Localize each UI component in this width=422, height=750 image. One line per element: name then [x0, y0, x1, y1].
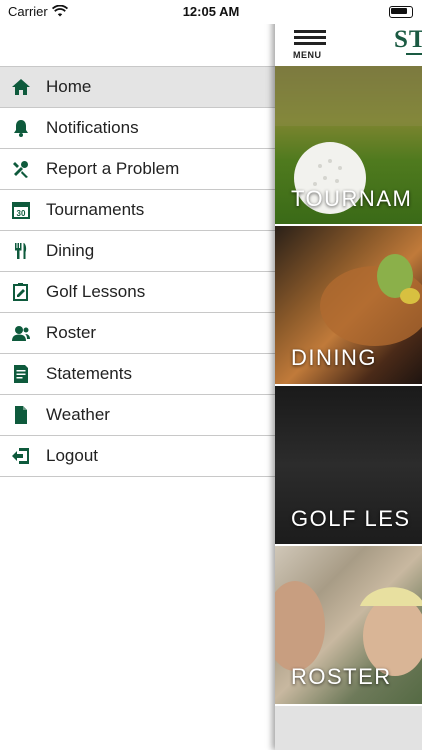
utensils-icon: [11, 241, 31, 261]
tile-golf-lessons[interactable]: GOLF LES: [275, 386, 422, 544]
menu-label-notifications: Notifications: [46, 118, 139, 137]
home-icon: [11, 77, 31, 97]
logo-underline: [406, 53, 422, 55]
battery-icon: [389, 6, 413, 18]
menu-label-statements: Statements: [46, 364, 132, 383]
menu-item-golf-lessons[interactable]: Golf Lessons: [0, 272, 275, 313]
document-icon: [11, 405, 31, 425]
menu-button-label[interactable]: MENU: [293, 50, 322, 60]
menu-label-roster: Roster: [46, 323, 97, 342]
bell-icon: [11, 118, 31, 138]
menu-label-report-problem: Report a Problem: [46, 159, 180, 178]
tile-roster[interactable]: ROSTER: [275, 546, 422, 704]
menu-item-weather[interactable]: Weather: [0, 395, 275, 436]
status-bar: Carrier 12:05 AM: [0, 0, 422, 24]
menu-item-notifications[interactable]: Notifications: [0, 108, 275, 149]
tile-label-tournaments: TOURNAM: [291, 186, 413, 211]
side-drawer: Home Notifications Report a Problem 30 T…: [0, 24, 275, 750]
tile-next[interactable]: [275, 706, 422, 750]
tile-label-roster: ROSTER: [291, 664, 392, 689]
menu-item-dining[interactable]: Dining: [0, 231, 275, 272]
tile-label-dining: DINING: [291, 345, 377, 370]
menu-label-weather: Weather: [46, 405, 110, 424]
main-content: MENU ST TOURNAM DINING GOLF LES ROSTER: [275, 0, 422, 750]
menu-item-home[interactable]: Home: [0, 67, 275, 108]
users-icon: [11, 323, 31, 343]
menu-label-tournaments: Tournaments: [46, 200, 145, 219]
tile-dining[interactable]: DINING: [275, 226, 422, 384]
statement-icon: [11, 364, 31, 384]
menu-label-home: Home: [46, 77, 92, 96]
tile-tournaments[interactable]: TOURNAM: [275, 66, 422, 224]
hamburger-menu-icon[interactable]: [294, 30, 326, 48]
menu-label-dining: Dining: [46, 241, 95, 260]
menu-item-logout[interactable]: Logout: [0, 436, 275, 477]
menu-item-statements[interactable]: Statements: [0, 354, 275, 395]
svg-text:30: 30: [17, 209, 26, 218]
club-logo: ST: [394, 26, 422, 53]
menu-item-tournaments[interactable]: 30 Tournaments: [0, 190, 275, 231]
drawer-menu: Home Notifications Report a Problem 30 T…: [0, 66, 275, 477]
menu-item-roster[interactable]: Roster: [0, 313, 275, 354]
calendar-icon: 30: [11, 200, 31, 220]
logout-icon: [11, 446, 31, 466]
menu-item-report-problem[interactable]: Report a Problem: [0, 149, 275, 190]
menu-label-golf-lessons: Golf Lessons: [46, 282, 146, 301]
menu-label-logout: Logout: [46, 446, 98, 465]
clipboard-icon: [11, 282, 31, 302]
tools-icon: [11, 159, 31, 179]
clock: 12:05 AM: [182, 4, 240, 19]
tile-label-golf-lessons: GOLF LES: [291, 506, 411, 531]
